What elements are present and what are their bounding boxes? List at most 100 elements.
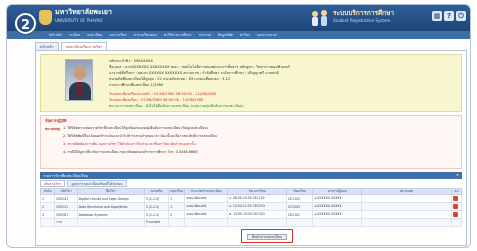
system-title: ระบบบริการการศึกษา bbox=[333, 9, 395, 17]
table-cell: 2 bbox=[39, 202, 56, 211]
university-subtitle: UNIVERSITY OF PHAYAO bbox=[55, 18, 103, 23]
table-total-row: รวม 9 หน่วยกิต bbox=[39, 218, 463, 227]
notice-item: 1. ให้นิสิตตรวจสอบรายวิชาที่ลงทะเบียนให้… bbox=[63, 126, 208, 130]
subtab-view-results[interactable]: ดูผลการลงทะเบียนเรียนที่ได้จัดสอบ bbox=[67, 180, 127, 187]
delete-cell bbox=[450, 194, 463, 203]
registration-subtabs: เพิ่มรายวิชา ดูผลการลงทะเบียนเรียนที่ได้… bbox=[40, 180, 127, 187]
table-cell: 1 bbox=[168, 194, 186, 203]
nav-item-student-info[interactable]: ข้อมูลนิสิต bbox=[218, 33, 233, 38]
table-cell bbox=[76, 218, 145, 227]
collapse-icon[interactable]: × bbox=[456, 173, 459, 177]
nav-item-logout[interactable]: ออกจากระบบ bbox=[257, 33, 277, 38]
table-cell: อ.XXXXXX XXXXX bbox=[312, 194, 363, 203]
table-cell bbox=[361, 202, 452, 211]
nav-item-home[interactable]: หน้าหลัก bbox=[49, 33, 62, 38]
table-cell: อ.XXXXXX XXXXX bbox=[312, 210, 363, 219]
tab-home[interactable]: หน้าหลัก bbox=[35, 42, 59, 50]
table-cell: Database Systems bbox=[76, 210, 145, 219]
table-cell: 209241 bbox=[54, 194, 78, 203]
photo-tie bbox=[78, 82, 82, 96]
nav-item-announcements[interactable]: ประกาศ bbox=[199, 33, 211, 38]
delete-icon[interactable] bbox=[452, 203, 458, 209]
students-illustration-icon bbox=[312, 10, 327, 26]
table-cell: อ. 10:00-12:00 CE1203 bbox=[227, 202, 288, 211]
delete-cell bbox=[450, 202, 463, 211]
confirm-registration-button[interactable]: ยืนยันการลงทะเบียน bbox=[247, 234, 287, 240]
notice-title: ข้อควรปฏิบัติ bbox=[45, 118, 67, 123]
table-row: 3 209261 Database Systems 3 (2-2-5) 2 ลง… bbox=[39, 210, 463, 219]
table-cell: 1 bbox=[39, 194, 56, 203]
notice-item: 4. กรณีมีปัญหาเกี่ยวกับการลงทะเบียน กรุณ… bbox=[63, 150, 198, 154]
table-cell: CE1203 bbox=[286, 202, 314, 211]
registration-section-header: รายการวิชาที่ลงทะเบียนเรียน × bbox=[40, 172, 462, 179]
nav-item-schedule[interactable]: ตารางเรียนสอบ bbox=[134, 33, 157, 38]
table-cell bbox=[361, 210, 452, 219]
app-window: มหาวิทยาลัยพะเยา UNIVERSITY OF PHAYAO ระ… bbox=[6, 4, 471, 248]
table-cell: 3 (2-2-5) bbox=[143, 194, 170, 203]
table-cell: 3 bbox=[39, 210, 56, 219]
notice-panel: ข้อควรปฏิบัติ หมายเหตุ 1. ให้นิสิตตรวจสอ… bbox=[40, 115, 462, 169]
table-cell bbox=[450, 218, 463, 227]
university-logo bbox=[39, 10, 52, 25]
registered-courses-table: ลำดับ รหัสวิชา ชื่อวิชา หน่วยกิต กลุ่มเร… bbox=[39, 188, 463, 227]
top-header: มหาวิทยาลัยพะเยา UNIVERSITY OF PHAYAO ระ… bbox=[7, 5, 470, 31]
confirm-highlight-box: ยืนยันการลงทะเบียน bbox=[241, 229, 293, 243]
nav-item-fees[interactable]: ค่าใช้จ่ายการศึกษา bbox=[164, 33, 192, 38]
table-cell bbox=[168, 218, 186, 227]
table-row: 2 209251 Data Structures and Algorithms … bbox=[39, 202, 463, 211]
notice-item: 2. ให้นิสิตพิมพ์ใบแจ้งยอดชำระเงินและนำไป… bbox=[63, 134, 217, 138]
table-row: 1 209241 Digital Circuits and Logic Desi… bbox=[39, 194, 463, 203]
table-cell: Digital Circuits and Logic Design bbox=[76, 194, 145, 203]
top-icon-group: ▦ ? ⏻ bbox=[432, 11, 466, 21]
nav-item-grades[interactable]: ผลการเรียน bbox=[110, 33, 127, 38]
notice-item: 3. หากนิสิตต้องการเพิ่ม-ถอนรายวิชา ให้ดำ… bbox=[63, 142, 196, 146]
table-cell bbox=[39, 218, 56, 227]
photo-head bbox=[74, 66, 86, 80]
nav-item-register[interactable]: ลงทะเบียน bbox=[87, 33, 102, 38]
delete-icon[interactable] bbox=[452, 195, 458, 201]
table-cell: ลงทะเบียนปกติ bbox=[184, 202, 229, 211]
notice-label: หมายเหตุ bbox=[45, 127, 60, 131]
nav-item-record[interactable]: ระเบียน bbox=[69, 33, 80, 38]
grid-icon[interactable]: ▦ bbox=[432, 11, 442, 21]
table-cell bbox=[361, 218, 452, 227]
student-photo bbox=[65, 59, 93, 101]
table-cell: 1 bbox=[168, 202, 186, 211]
total-credits: 9 หน่วยกิต bbox=[143, 218, 170, 227]
main-nav: หน้าหลัก ระเบียน ลงทะเบียน ผลการเรียน ตา… bbox=[7, 31, 470, 39]
column-header: กลุ่มเรียน bbox=[168, 188, 186, 195]
table-cell: 3 (2-2-5) bbox=[143, 210, 170, 219]
table-cell: อ.XXXXXX XXXXX bbox=[312, 202, 363, 211]
student-profile-panel: รหัสประจำตัว : 59XXXXXX ชื่อ-สกุล : นายX… bbox=[40, 54, 462, 112]
column-header: ประเภทการลงทะเบียน bbox=[184, 188, 229, 195]
table-cell bbox=[361, 194, 452, 203]
table-cell bbox=[312, 218, 363, 227]
tab-course-registration[interactable]: ลงทะเบียนเรียนรายวิชา bbox=[60, 42, 108, 50]
total-label: รวม bbox=[54, 218, 78, 227]
delete-cell bbox=[450, 210, 463, 219]
help-icon[interactable]: ? bbox=[444, 11, 454, 21]
system-subtitle: Student Registration System bbox=[333, 18, 391, 23]
power-icon[interactable]: ⏻ bbox=[456, 11, 466, 21]
registration-section-title: รายการวิชาที่ลงทะเบียนเรียน bbox=[43, 174, 89, 178]
table-cell: CE1102 bbox=[286, 194, 314, 203]
university-name: มหาวิทยาลัยพะเยา bbox=[55, 8, 112, 16]
main-content: รหัสประจำตัว : 59XXXXXX ชื่อ-สกุล : นายX… bbox=[35, 50, 467, 246]
table-cell: 209251 bbox=[54, 202, 78, 211]
table-cell: 209261 bbox=[54, 210, 78, 219]
delete-icon[interactable] bbox=[452, 211, 458, 217]
table-cell: 2 bbox=[168, 210, 186, 219]
step-number-badge: 2 bbox=[15, 13, 36, 34]
table-cell: ลงทะเบียนปกติ bbox=[184, 210, 229, 219]
table-cell: 3 (2-2-5) bbox=[143, 202, 170, 211]
table-cell: จ. 08:00-10:00 CE1102 bbox=[227, 194, 288, 203]
nav-item-requests[interactable]: คำร้อง bbox=[240, 33, 250, 38]
table-cell bbox=[184, 218, 229, 227]
subtab-add-course[interactable]: เพิ่มรายวิชา bbox=[40, 180, 66, 187]
registration-status: สถานะการลงทะเบียน : ยังไม่ได้ยืนยันการลง… bbox=[109, 104, 244, 108]
table-cell: ลงทะเบียนปกติ bbox=[184, 194, 229, 203]
table-cell bbox=[286, 218, 314, 227]
table-cell: Data Structures and Algorithms bbox=[76, 202, 145, 211]
registration-term: ภาคการศึกษาที่ลงทะเบียน 1/2560 bbox=[109, 83, 164, 87]
page-tabs: หน้าหลัก ลงทะเบียนเรียนรายวิชา bbox=[35, 42, 108, 50]
